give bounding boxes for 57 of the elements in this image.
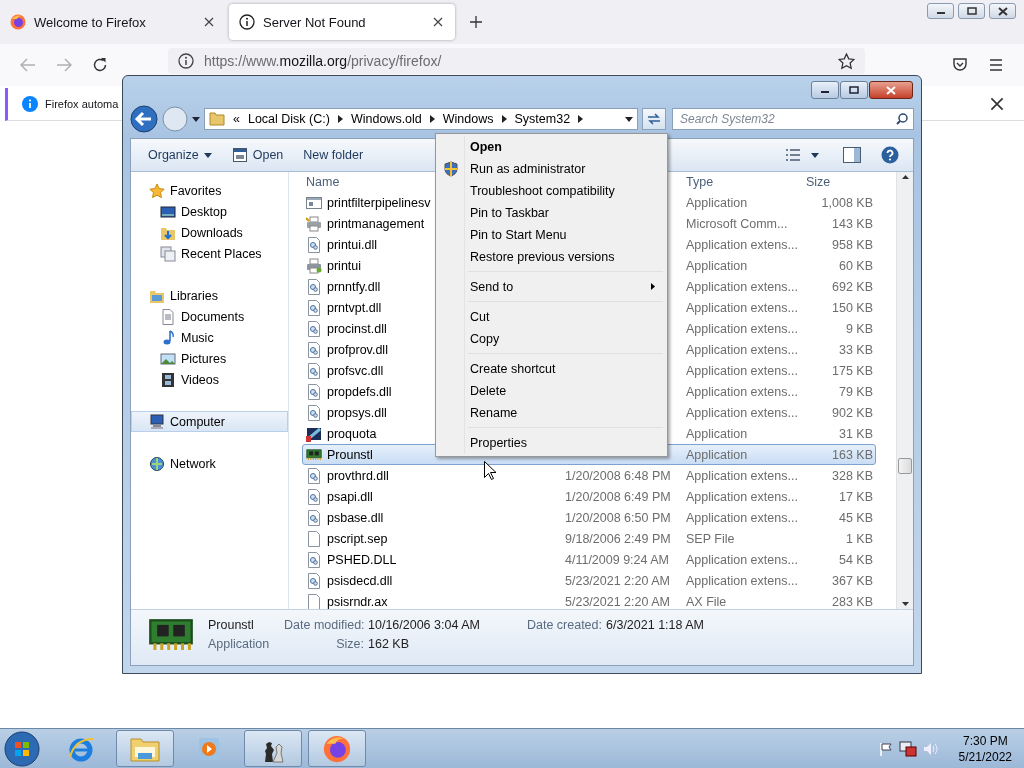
file-type: Microsoft Comm... (686, 216, 788, 231)
file-type: Application extens... (686, 510, 798, 525)
file-size: 367 KB (832, 573, 873, 588)
file-size: 79 KB (838, 384, 873, 399)
date-modified: 5/23/2021 2:20 AM (565, 573, 670, 588)
file-type: Application extens... (686, 405, 798, 420)
file-type: AX File (686, 594, 727, 609)
file-size: 17 KB (838, 489, 873, 504)
file-size: 60 KB (838, 258, 873, 273)
file-size: 150 KB (832, 300, 873, 315)
file-size: 1,008 KB (821, 195, 873, 210)
date-modified: 1/20/2008 6:48 PM (565, 468, 671, 483)
date-modified: 5/23/2021 2:20 AM (565, 594, 670, 609)
file-type: Application (686, 195, 748, 210)
field-label: Date created: (525, 618, 602, 632)
file-size: 692 KB (832, 279, 873, 294)
date-modified: 9/18/2006 2:49 PM (565, 531, 671, 546)
file-size: 175 KB (832, 363, 873, 378)
file-type: Application (686, 426, 748, 441)
file-type: Application extens... (686, 342, 798, 357)
date-modified: 4/11/2009 9:24 AM (565, 552, 670, 567)
field-value: 6/3/2021 1:18 AM (606, 618, 705, 632)
file-size: 45 KB (838, 510, 873, 525)
field-label: Date modified: (284, 618, 364, 632)
file-type: Application (208, 637, 270, 651)
file-size: 143 KB (832, 216, 873, 231)
field-value: 10/16/2006 3:04 AM (368, 618, 481, 632)
file-size: 54 KB (838, 552, 873, 567)
file-size: 902 KB (832, 405, 873, 420)
file-size: 283 KB (832, 594, 873, 609)
file-type: Application extens... (686, 468, 798, 483)
field-label: Size: (335, 637, 364, 651)
file-size: 958 KB (832, 237, 873, 252)
notification-text: Firefox automa (45, 98, 119, 110)
file-type: Application extens... (686, 300, 798, 315)
file-size: 9 KB (845, 321, 873, 336)
file-type: Application (686, 258, 748, 273)
file-size: 1 KB (845, 531, 873, 546)
file-size: 31 KB (838, 426, 873, 441)
file-type: Application extens... (686, 279, 798, 294)
file-type: Application extens... (686, 384, 798, 399)
file-type: Application (686, 447, 748, 462)
date-modified: 1/20/2008 6:49 PM (565, 489, 671, 504)
file-type: Application extens... (686, 237, 798, 252)
file-type: SEP File (686, 531, 735, 546)
file-type: Application extens... (686, 573, 798, 588)
file-type: Application extens... (686, 321, 798, 336)
file-type: Application extens... (686, 489, 798, 504)
file-name: Prounstl (208, 618, 255, 632)
file-size: 328 KB (832, 468, 873, 483)
file-type: Application extens... (686, 552, 798, 567)
file-name: Prounstl (327, 447, 373, 462)
file-type: Application extens... (686, 363, 798, 378)
date-modified: 1/20/2008 6:50 PM (565, 510, 671, 525)
file-size: 163 KB (832, 447, 873, 462)
file-size: 33 KB (838, 342, 873, 357)
field-value: 162 KB (368, 637, 410, 651)
